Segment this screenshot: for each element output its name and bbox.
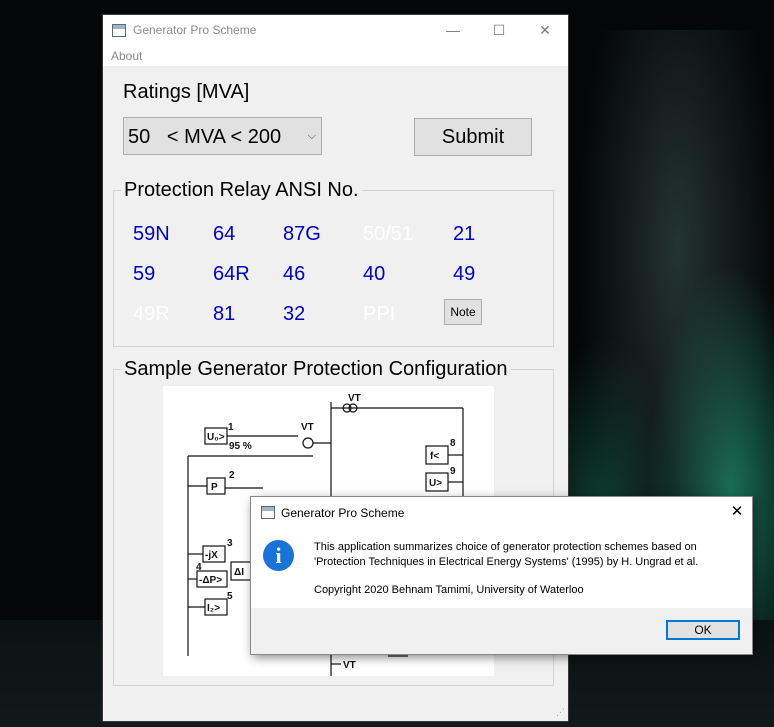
relay-ppi: PPI (363, 303, 396, 325)
relay-64: 64 (213, 223, 236, 245)
ratings-select-value: 50 < MVA < 200 (128, 126, 282, 148)
num-3: 3 (227, 538, 233, 549)
protection-relay-title: Protection Relay ANSI No. (121, 179, 362, 202)
dialog-copyright: Copyright 2020 Behnam Tamimi, University… (314, 584, 584, 596)
submit-button[interactable]: Submit (414, 118, 532, 156)
relay-64r: 64R (213, 263, 250, 285)
relay-49: 49 (453, 263, 476, 285)
vt-left-label: VT (301, 422, 314, 433)
dialog-titlebar[interactable]: Generator Pro Scheme ✕ (251, 497, 752, 527)
window-title: Generator Pro Scheme (133, 23, 257, 37)
x-label: -jX (205, 550, 218, 561)
config-title: Sample Generator Protection Configuratio… (121, 358, 511, 381)
vt-top-label: VT (348, 393, 361, 404)
relay-59n: 59N (133, 223, 170, 245)
vt-bottom-label: VT (343, 660, 356, 671)
f-label: f< (430, 451, 439, 462)
num-5: 5 (227, 591, 233, 602)
about-dialog: Generator Pro Scheme ✕ i This applicatio… (251, 497, 752, 654)
num-8: 8 (450, 438, 456, 449)
dialog-message-line1: This application summarizes choice of ge… (314, 541, 697, 553)
menu-about[interactable]: About (111, 49, 142, 63)
relay-40: 40 (363, 263, 386, 285)
dialog-footer: OK (251, 608, 752, 654)
relay-21: 21 (453, 223, 476, 245)
relay-32: 32 (283, 303, 306, 325)
app-window-icon (112, 24, 126, 37)
dialog-window-icon (261, 506, 275, 519)
resize-grip-icon[interactable]: ⋰ (556, 707, 565, 718)
chevron-down-icon: ⌵ (307, 130, 316, 142)
dialog-close-icon[interactable]: ✕ (722, 497, 752, 527)
u-label: U> (429, 478, 442, 489)
menubar: About (103, 46, 568, 66)
protection-relay-group (113, 190, 554, 347)
relay-49r: 49R (133, 303, 170, 325)
pct-label: 95 % (229, 441, 252, 452)
dialog-title: Generator Pro Scheme (281, 506, 405, 520)
i2-label: I₂> (207, 603, 220, 614)
dp-label: -ΔP> (199, 575, 222, 586)
relay-81: 81 (213, 303, 236, 325)
di-label: ΔI (234, 567, 244, 578)
info-icon: i (263, 540, 294, 571)
minimize-icon[interactable]: — (430, 15, 476, 46)
maximize-icon[interactable]: ☐ (476, 15, 522, 46)
p-label: P (211, 482, 218, 493)
ok-button[interactable]: OK (666, 620, 740, 640)
num-9: 9 (450, 466, 456, 477)
relay-87g: 87G (283, 223, 321, 245)
relay-50-51: 50/51 (363, 223, 414, 245)
relay-46: 46 (283, 263, 306, 285)
dialog-message-line2: 'Protection Techniques in Electrical Ene… (314, 556, 699, 568)
relay-59: 59 (133, 263, 156, 285)
close-icon[interactable]: ✕ (522, 15, 568, 46)
u0-label: U₀> (207, 432, 225, 443)
num-1: 1 (228, 422, 234, 433)
note-button[interactable]: Note (444, 299, 482, 325)
ratings-label: Ratings [MVA] (123, 81, 250, 103)
num-4: 4 (196, 562, 202, 573)
ratings-select[interactable]: 50 < MVA < 200 ⌵ (123, 117, 322, 155)
num-2: 2 (229, 470, 235, 481)
main-titlebar[interactable]: Generator Pro Scheme — ☐ ✕ (103, 15, 568, 46)
